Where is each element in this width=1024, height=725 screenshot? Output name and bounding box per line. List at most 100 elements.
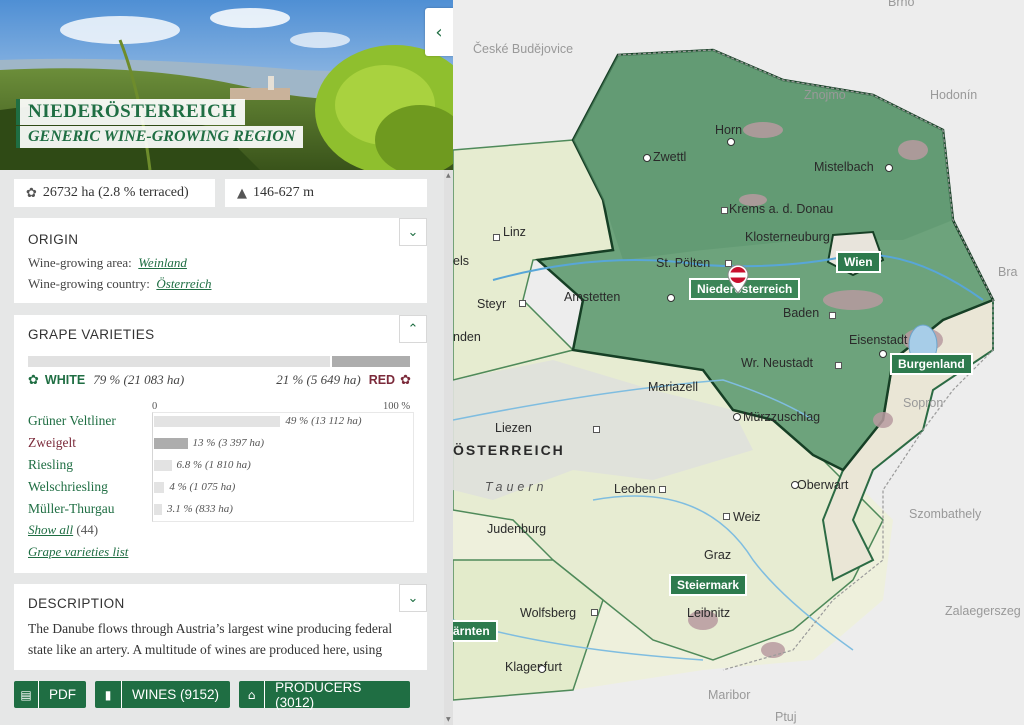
producers-button[interactable]: ⌂ PRODUCERS (3012) <box>239 679 410 710</box>
map-label-weiz: Weiz <box>733 510 761 524</box>
house-icon: ⌂ <box>239 681 266 708</box>
grape-variety-name[interactable]: Zweigelt <box>28 435 76 451</box>
map-label-zalaegerszeg: Zalaegerszeg <box>945 604 1021 618</box>
grape-variety-share: 13 % (3 397 ha) <box>192 437 265 449</box>
city-marker-mistelbach <box>885 164 893 172</box>
pdf-label: PDF <box>49 687 76 702</box>
grape-variety-name[interactable]: Riesling <box>28 457 73 473</box>
city-marker-weiz <box>723 513 730 520</box>
red-share: 21 % (5 649 ha) RED ✿ <box>276 372 411 388</box>
grape-variety-share: 49 % (13 112 ha) <box>285 415 362 427</box>
city-marker-zwettl <box>643 154 651 162</box>
grape-variety-bar-track: 13 % (3 397 ha) <box>154 437 412 451</box>
scale-min: 0 <box>152 401 158 412</box>
city-marker-oberwart <box>791 481 799 489</box>
map-label-stpoelten: St. Pölten <box>656 256 711 270</box>
grape-variety-bar <box>154 460 172 471</box>
wines-button[interactable]: ▮ WINES (9152) <box>95 681 230 708</box>
map-label-steyr: Steyr <box>477 297 507 311</box>
red-label: RED <box>368 373 396 387</box>
grapes-icon: ✿ <box>26 185 37 201</box>
map-label-horn: Horn <box>715 123 743 137</box>
region-title: NIEDERÖSTERREICH <box>16 99 245 125</box>
description-card: DESCRIPTION ⌄ The Danube flows through A… <box>14 584 427 670</box>
map-label-mariazell: Mariazell <box>648 380 699 394</box>
grape-varieties-list-link[interactable]: Grape varieties list <box>28 544 128 559</box>
grape-variety-name[interactable]: Müller-Thurgau <box>28 501 114 517</box>
grape-list-row: Grape varieties list <box>28 544 128 560</box>
map-label-bra: Bra <box>998 265 1018 279</box>
grape-variety-share: 3.1 % (833 ha) <box>166 503 233 515</box>
map-label-klosterneuburg: Klosterneuburg <box>745 230 830 244</box>
map-label-hodonin: Hodonín <box>930 88 978 102</box>
map-label-amstetten: Amstetten <box>564 290 621 304</box>
map-label-tauern: Tauern <box>485 480 548 494</box>
map-label-sopron: Sopron <box>903 396 944 410</box>
chevron-down-icon: ⌄ <box>407 590 419 606</box>
grape-varieties-card: GRAPE VARIETIES ⌃ ✿ WHITE 79 % (21 083 h… <box>14 315 427 573</box>
origin-area-link[interactable]: Weinland <box>138 255 187 270</box>
chevron-left-icon: ‹ <box>435 21 443 43</box>
panel-scrollbar[interactable]: ▲ ▼ <box>444 170 453 725</box>
map-label-wrneustadt: Wr. Neustadt <box>741 356 814 370</box>
map-label-klagenfurt: Klagenfurt <box>505 660 562 674</box>
description-toggle-button[interactable]: ⌄ <box>399 584 427 612</box>
grape-varieties-toggle-button[interactable]: ⌃ <box>399 315 427 343</box>
scale-max: 100 % <box>383 401 411 412</box>
red-grape-icon: ✿ <box>400 372 411 388</box>
grape-variety-bar <box>154 438 188 449</box>
grape-variety-bar-track: 6.8 % (1 810 ha) <box>154 459 412 473</box>
origin-country-label: Wine-growing country: <box>28 276 150 291</box>
hero-image: NIEDERÖSTERREICH GENERIC WINE-GROWING RE… <box>0 0 453 170</box>
producers-label: PRODUCERS (3012) <box>275 679 362 710</box>
city-marker-amstetten <box>667 294 675 302</box>
origin-card: ORIGIN ⌄ Wine-growing area: Weinland Win… <box>14 218 427 303</box>
map-label-zwettl: Zwettl <box>653 150 687 164</box>
origin-country-link[interactable]: Österreich <box>156 276 211 291</box>
grape-variety-bar <box>154 504 162 515</box>
map-label-liezen: Liezen <box>495 421 532 435</box>
pdf-button[interactable]: ▤ PDF <box>14 681 86 708</box>
origin-toggle-button[interactable]: ⌄ <box>399 218 427 246</box>
grape-variety-name[interactable]: Welschriesling <box>28 479 108 495</box>
area-value: 26732 ha (2.8 % terraced) <box>42 185 189 200</box>
location-pin-icon <box>727 264 749 294</box>
region-subtitle: GENERIC WINE-GROWING REGION <box>16 126 304 148</box>
grape-variety-name[interactable]: Grüner Veltliner <box>28 413 116 429</box>
origin-heading: ORIGIN <box>28 232 79 247</box>
map-label-mistelbach: Mistelbach <box>814 160 874 174</box>
map-label-maribor: Maribor <box>708 688 751 702</box>
grape-variety-bar-track: 4 % (1 075 ha) <box>154 481 412 495</box>
region-tag-kaernten[interactable]: ärnten <box>453 620 498 642</box>
white-share-fill <box>28 356 332 367</box>
map-label-leibnitz: Leibnitz <box>687 606 731 620</box>
map-view[interactable]: Brno České Budějovice Znojmo Hodonín Hor… <box>453 0 1024 725</box>
origin-area-label: Wine-growing area: <box>28 255 132 270</box>
map-label-oberwart: Oberwart <box>797 478 849 492</box>
grape-variety-bar <box>154 482 165 493</box>
grape-varieties-heading: GRAPE VARIETIES <box>28 327 155 342</box>
city-marker-steyr <box>519 300 526 307</box>
map-label-oesterreich: ÖSTERREICH <box>453 442 565 458</box>
mountain-icon: ▲ <box>237 185 247 201</box>
city-marker-horn <box>727 138 735 146</box>
show-all-link[interactable]: Show all <box>28 522 73 537</box>
city-marker-baden <box>829 312 836 319</box>
show-all-row: Show all (44) <box>28 522 98 538</box>
origin-country-row: Wine-growing country: Österreich <box>28 276 212 292</box>
white-label: WHITE <box>44 373 86 387</box>
description-heading: DESCRIPTION <box>28 596 125 611</box>
map-label-brno: Brno <box>888 0 915 9</box>
region-tag-wien[interactable]: Wien <box>836 251 881 273</box>
region-tag-steiermark[interactable]: Steiermark <box>669 574 748 596</box>
white-red-ratio-bar <box>28 356 410 367</box>
region-location-pin[interactable] <box>726 264 750 294</box>
region-tag-burgenland[interactable]: Burgenland <box>890 353 973 375</box>
city-marker-wolfsberg <box>591 609 598 616</box>
map-label-els: els <box>453 254 469 268</box>
region-panel: NIEDERÖSTERREICH GENERIC WINE-GROWING RE… <box>0 0 453 725</box>
collapse-panel-button[interactable]: ‹ <box>425 8 453 56</box>
altitude-stat: ▲ 146-627 m <box>225 179 427 207</box>
map-label-wolfsberg: Wolfsberg <box>520 606 577 620</box>
white-value: 79 % (21 083 ha) <box>93 372 185 387</box>
